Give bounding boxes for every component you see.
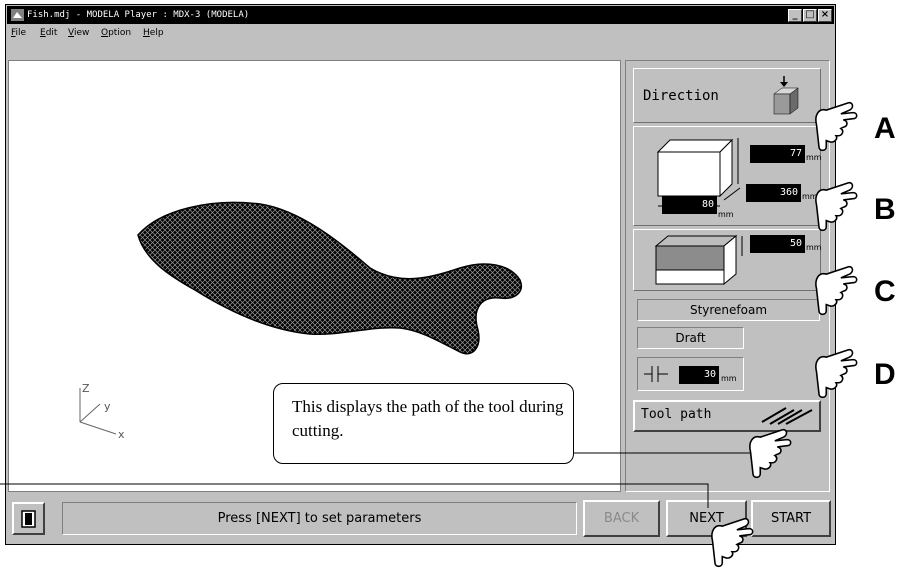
tool-path-callout: This displays the path of the tool durin… — [273, 383, 574, 464]
hand-pointer-icon — [815, 181, 858, 232]
hand-pointer-icon — [749, 428, 792, 479]
hand-pointer-icon — [815, 101, 858, 152]
label-c: C — [874, 275, 896, 308]
label-a: A — [874, 112, 896, 145]
label-b: B — [874, 193, 896, 226]
hand-pointer-icon — [815, 265, 858, 316]
callout-leader-lines — [0, 452, 752, 508]
label-d: D — [874, 358, 896, 391]
hand-pointer-icon — [815, 348, 858, 399]
hand-pointer-icon — [711, 517, 754, 568]
